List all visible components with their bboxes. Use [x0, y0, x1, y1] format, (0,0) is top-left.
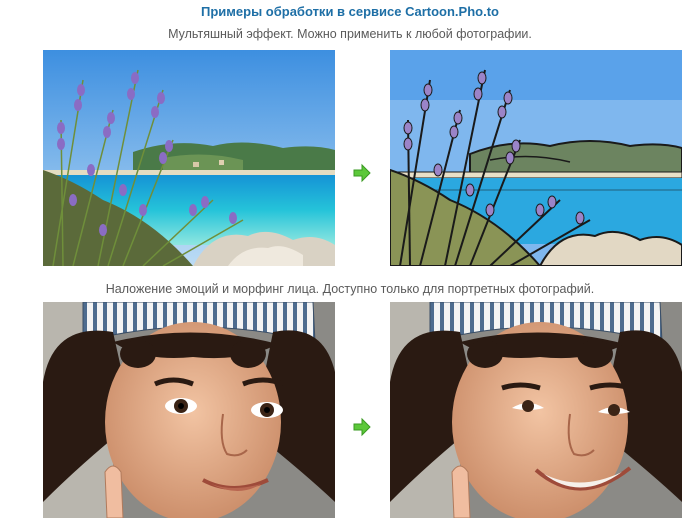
example-caption-cartoon: Мультяшный эффект. Можно применить к люб… — [168, 27, 532, 41]
seaside-cartoon-image — [390, 50, 682, 266]
green-arrow-right-icon[interactable] — [352, 417, 372, 437]
portrait-original-image — [43, 302, 335, 518]
portrait-morphed-image — [390, 302, 682, 518]
green-arrow-right-icon[interactable] — [352, 163, 372, 183]
example-caption-emotions: Наложение эмоций и морфинг лица. Доступн… — [105, 282, 595, 296]
seaside-original-image — [43, 50, 335, 266]
page-title: Примеры обработки в сервисе Cartoon.Pho.… — [201, 4, 499, 19]
